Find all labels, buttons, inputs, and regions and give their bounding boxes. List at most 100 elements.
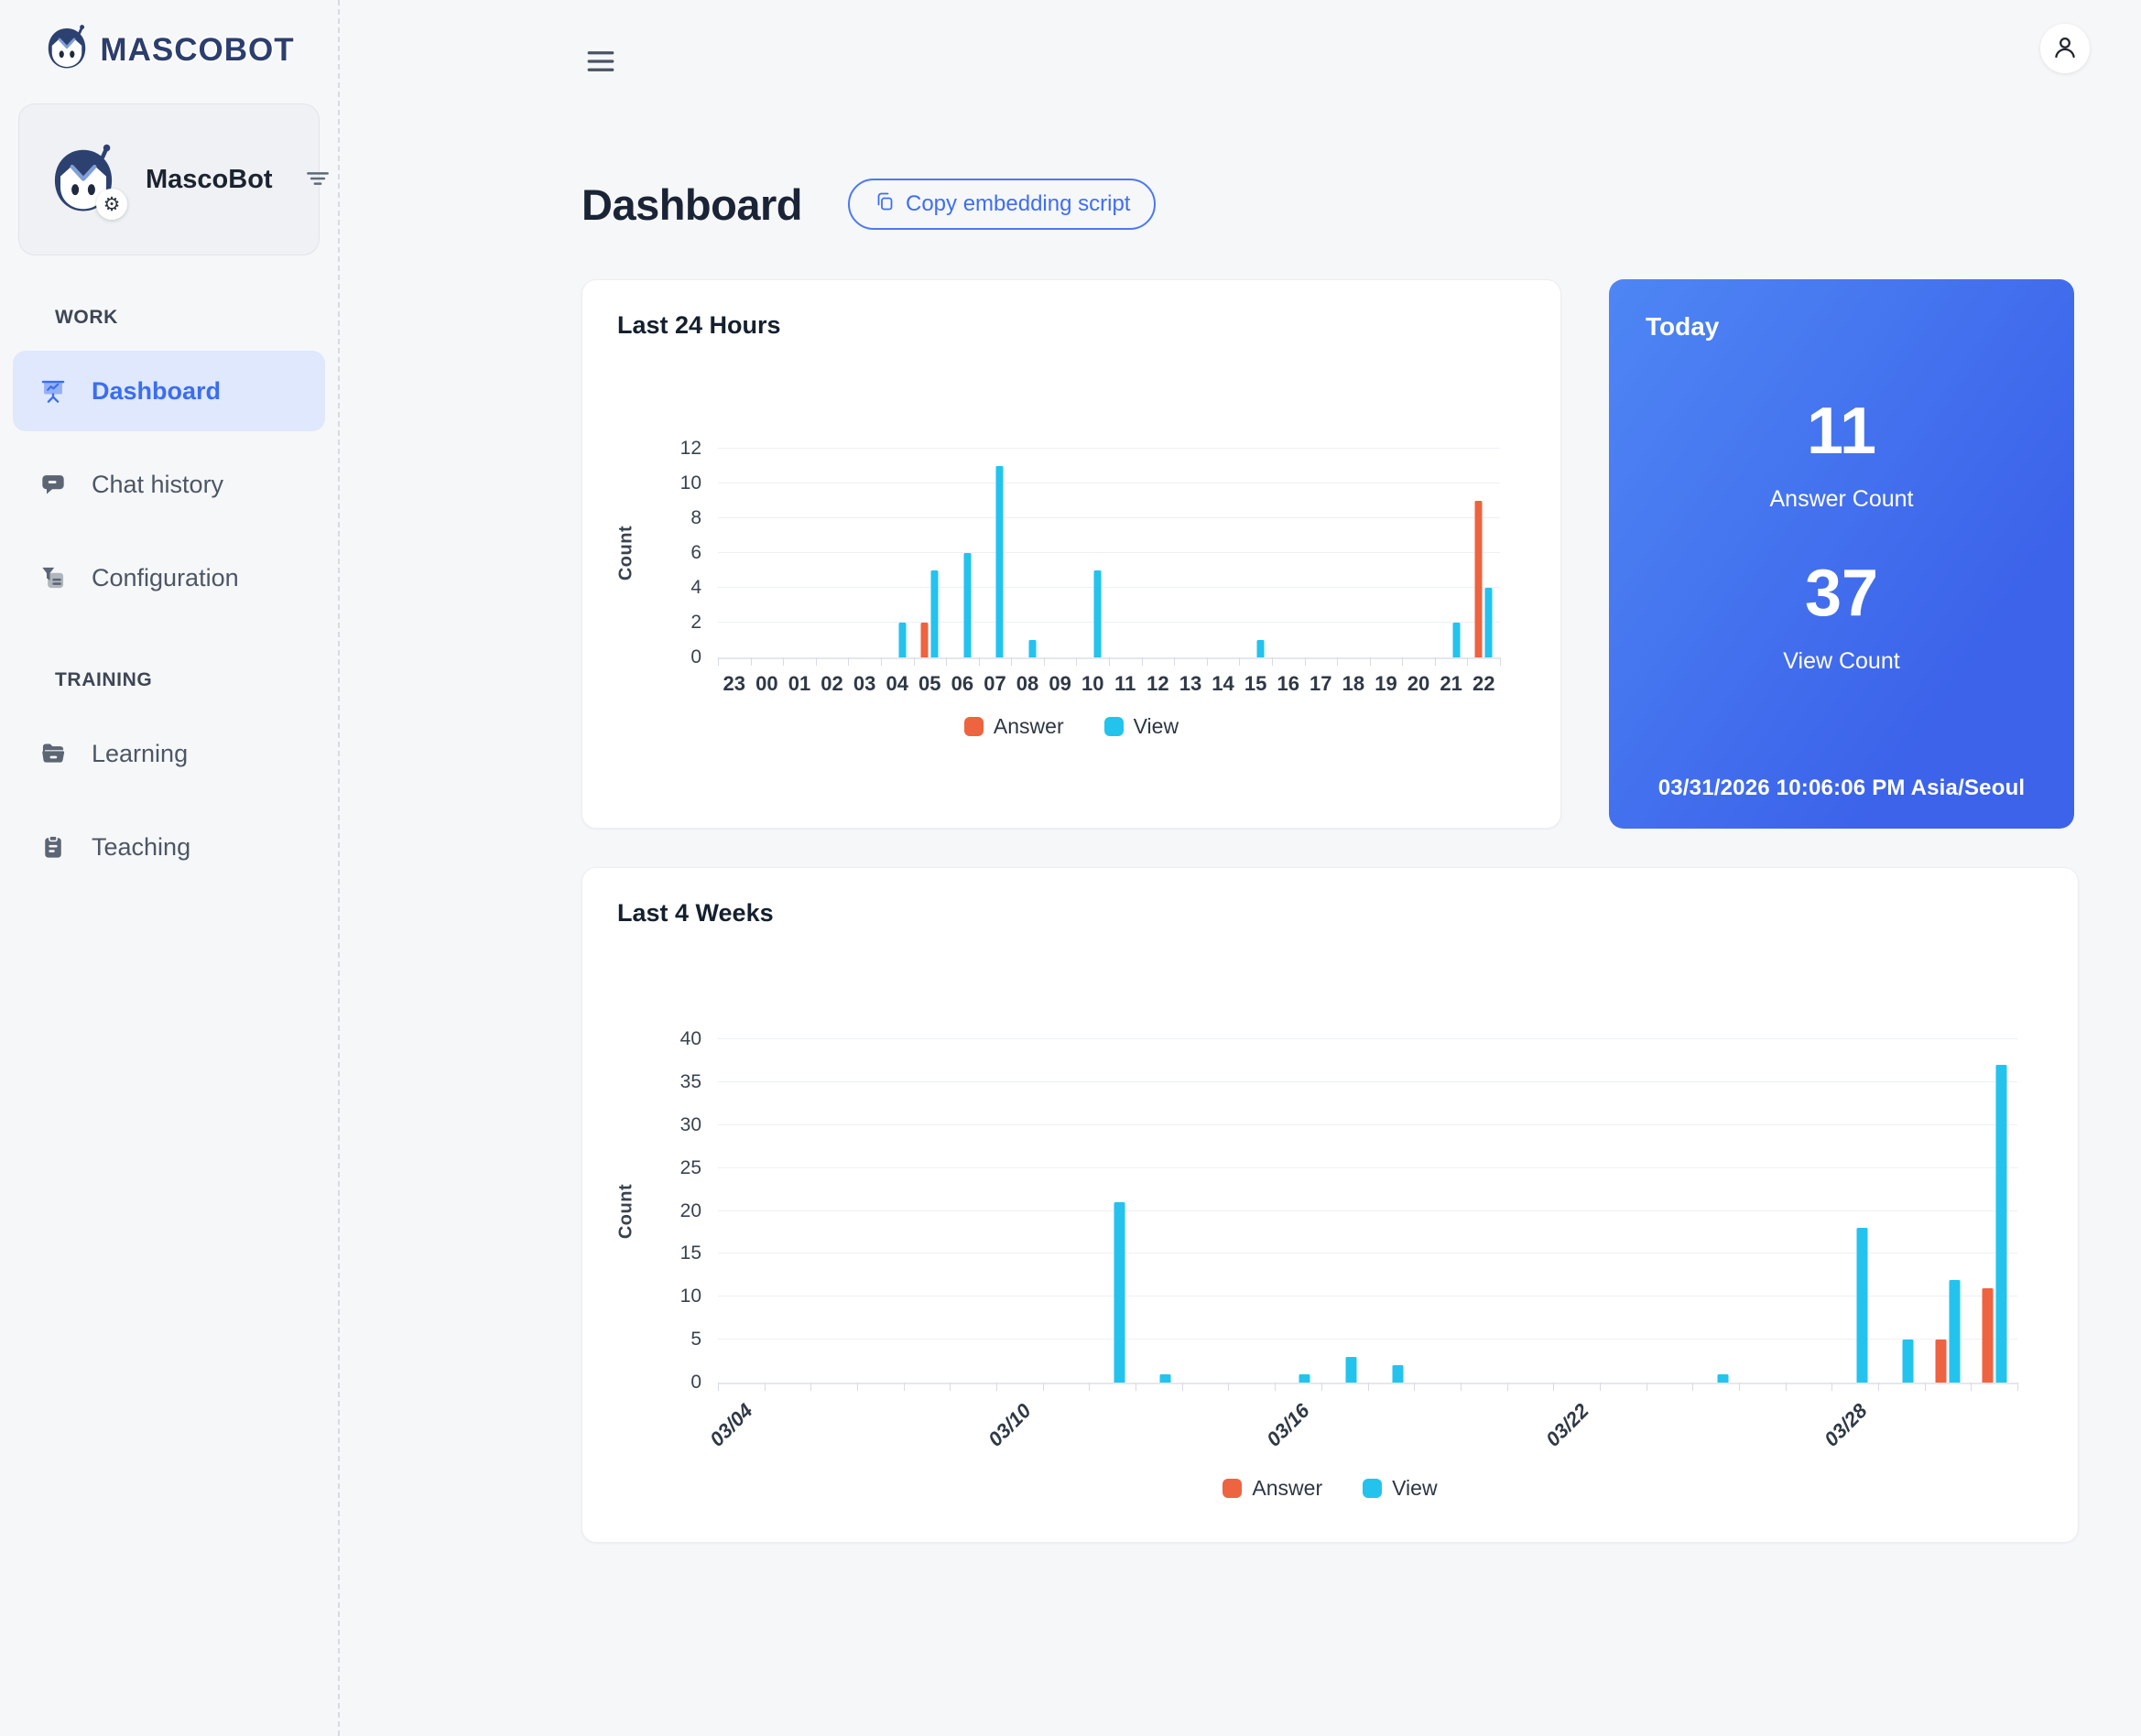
chart-title: Last 4 Weeks xyxy=(617,899,2043,928)
mascobot-logo-icon xyxy=(43,24,91,76)
answer-count-value: 11 xyxy=(1807,398,1876,464)
y-tick-label: 20 xyxy=(680,1200,701,1222)
bar-view-03-28 xyxy=(1856,1228,1867,1383)
folder-icon xyxy=(40,741,66,766)
x-tick-label: 03/28 xyxy=(1820,1399,1872,1451)
y-tick-label: 40 xyxy=(680,1028,701,1050)
bar-view-03-12 xyxy=(1114,1202,1125,1383)
sidebar-item-label: Teaching xyxy=(92,833,190,862)
main-content: Dashboard Copy embedding script Last 24 … xyxy=(340,0,2141,1736)
x-tick-label: 15 xyxy=(1244,672,1266,696)
presentation-chart-icon xyxy=(40,378,66,404)
filter-icon xyxy=(304,165,331,195)
x-tick-label: 18 xyxy=(1342,672,1364,696)
sidebar-item-dashboard[interactable]: Dashboard xyxy=(13,351,325,431)
bar-view-03-16 xyxy=(1299,1374,1310,1383)
legend-item-view[interactable]: View xyxy=(1104,714,1179,739)
x-tick-label: 19 xyxy=(1375,672,1397,696)
answer-count-label: Answer Count xyxy=(1769,486,1913,513)
legend-label: Answer xyxy=(994,714,1064,739)
bar-view-15 xyxy=(1257,640,1265,657)
y-tick-label: 10 xyxy=(680,472,701,494)
bar-view-04 xyxy=(898,623,906,657)
x-tick-label: 22 xyxy=(1473,672,1494,696)
today-timestamp: 03/31/2026 10:06:06 PM Asia/Seoul xyxy=(1658,776,2026,801)
x-tick-label: 10 xyxy=(1081,672,1103,696)
user-icon xyxy=(2050,33,2080,65)
x-tick-label: 03 xyxy=(853,672,875,696)
last-24-hours-card: Last 24 Hours Count 02468101223000102030… xyxy=(581,279,1561,829)
bar-answer-22 xyxy=(1475,501,1483,657)
sidebar-item-label: Dashboard xyxy=(92,377,221,406)
y-tick-label: 0 xyxy=(690,1372,701,1394)
chart-title: Last 24 Hours xyxy=(617,311,1526,340)
page-header: Dashboard Copy embedding script xyxy=(581,179,2079,230)
x-tick-label: 20 xyxy=(1407,672,1429,696)
sidebar-item-learning[interactable]: Learning xyxy=(13,713,325,794)
bar-view-05 xyxy=(931,570,939,657)
bar-view-03-17 xyxy=(1346,1357,1357,1383)
brand-logo: MASCOBOT xyxy=(0,24,338,76)
bar-view-03-31 xyxy=(1995,1065,2006,1383)
copy-icon xyxy=(874,190,896,219)
sidebar-item-label: Chat history xyxy=(92,471,223,499)
x-tick-label: 08 xyxy=(1016,672,1038,696)
legend-swatch xyxy=(964,717,984,736)
legend-swatch xyxy=(1223,1479,1242,1498)
bar-view-21 xyxy=(1452,623,1460,657)
page-title: Dashboard xyxy=(581,179,802,230)
chart-legend: Answer View xyxy=(617,1476,2043,1501)
sidebar-item-teaching[interactable]: Teaching xyxy=(13,807,325,887)
sidebar: MASCOBOT ⚙ MascoBot xyxy=(0,0,340,1736)
today-title: Today xyxy=(1646,312,1719,342)
bar-view-03-13 xyxy=(1160,1374,1171,1383)
bar-view-03-29 xyxy=(1903,1340,1914,1383)
clipboard-icon xyxy=(40,834,66,860)
hamburger-icon xyxy=(585,66,616,80)
sidebar-nav-training: Learning Teaching xyxy=(0,713,338,887)
bot-avatar: ⚙ xyxy=(47,143,120,216)
user-avatar-button[interactable] xyxy=(2040,24,2090,73)
legend-item-answer[interactable]: Answer xyxy=(964,714,1064,739)
last-4-weeks-card: Last 4 Weeks Count 051015202530354003/04… xyxy=(581,867,2079,1543)
x-tick-label: 17 xyxy=(1310,672,1331,696)
y-tick-label: 8 xyxy=(690,507,701,529)
x-tick-label: 03/16 xyxy=(1263,1399,1315,1451)
bot-filter-button[interactable] xyxy=(299,159,337,201)
gear-icon[interactable]: ⚙ xyxy=(96,189,127,220)
y-tick-label: 12 xyxy=(680,438,701,460)
bar-view-22 xyxy=(1485,588,1493,657)
view-count-label: View Count xyxy=(1783,648,1899,675)
today-card: Today 11 Answer Count 37 View Count 03/3… xyxy=(1609,279,2074,829)
x-tick-label: 13 xyxy=(1179,672,1201,696)
sidebar-item-chat-history[interactable]: Chat history xyxy=(13,444,325,525)
y-tick-label: 35 xyxy=(680,1071,701,1093)
sidebar-item-configuration[interactable]: Configuration xyxy=(13,537,325,618)
legend-item-view[interactable]: View xyxy=(1363,1476,1437,1501)
sidebar-item-label: Configuration xyxy=(92,564,239,592)
sidebar-section-training: TRAINING xyxy=(55,669,338,691)
bar-view-03-18 xyxy=(1392,1365,1403,1383)
bar-view-10 xyxy=(1094,570,1102,657)
y-axis-title: Count xyxy=(616,526,637,580)
legend-item-answer[interactable]: Answer xyxy=(1223,1476,1322,1501)
hamburger-menu-button[interactable] xyxy=(581,40,620,85)
bar-view-03-25 xyxy=(1717,1374,1728,1383)
legend-swatch xyxy=(1104,717,1124,736)
x-tick-label: 11 xyxy=(1114,672,1136,696)
bot-selector-card[interactable]: ⚙ MascoBot xyxy=(18,103,320,255)
copy-embedding-script-button[interactable]: Copy embedding script xyxy=(848,179,1156,230)
x-tick-label: 12 xyxy=(1147,672,1168,696)
y-tick-label: 2 xyxy=(690,612,701,634)
chart-plot-area: Count 0246810122300010203040506070809101… xyxy=(718,449,1500,659)
sidebar-item-label: Learning xyxy=(92,740,188,768)
last-24-hours-chart: Count 0246810122300010203040506070809101… xyxy=(617,449,1526,739)
x-tick-label: 16 xyxy=(1277,672,1299,696)
brand-logo-text: MASCOBOT xyxy=(100,32,294,69)
view-count-value: 37 xyxy=(1805,560,1878,626)
sidebar-nav-work: Dashboard Chat history xyxy=(0,351,338,618)
y-tick-label: 6 xyxy=(690,542,701,564)
x-tick-label: 03/22 xyxy=(1541,1399,1593,1451)
last-4-weeks-chart: Count 051015202530354003/0403/1003/1603/… xyxy=(617,1039,2043,1501)
x-tick-label: 00 xyxy=(755,672,777,696)
